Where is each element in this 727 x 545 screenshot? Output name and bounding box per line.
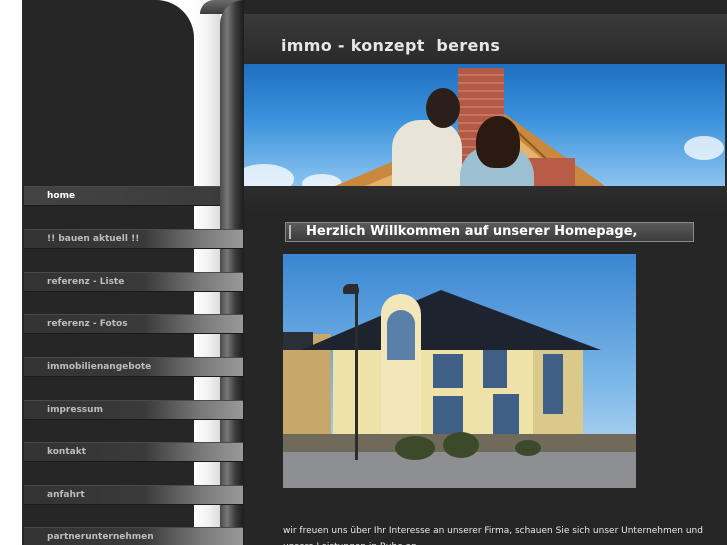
tower-window: [387, 310, 415, 360]
nav-item-referenz-fotos[interactable]: referenz - Fotos: [24, 314, 243, 334]
house-photo: [283, 254, 636, 488]
cloud-shape: [244, 164, 294, 186]
street-lamp-head: [343, 284, 359, 294]
nav-item-home[interactable]: home: [24, 186, 220, 206]
nav-item-immobilienangebote[interactable]: immobilienangebote: [24, 357, 243, 377]
window: [483, 350, 507, 388]
site-title: immo - konzept berens: [281, 36, 501, 55]
nav-item-impressum[interactable]: impressum: [24, 400, 243, 420]
cloud-shape: [684, 136, 724, 160]
street-lamp: [355, 284, 358, 460]
nav-item-partnerunternehmen[interactable]: partnerunternehmen: [24, 527, 243, 545]
banner-bottom-strip: [244, 186, 727, 214]
page: immo - konzept berens home !! bauen aktu…: [0, 0, 727, 545]
window: [433, 354, 463, 388]
man-figure: [392, 120, 462, 186]
intro-text: wir freuen uns über Ihr Interesse an uns…: [283, 526, 703, 545]
woman-head: [476, 116, 520, 168]
window: [543, 354, 563, 414]
nav-item-bauen-aktuell[interactable]: !! bauen aktuell !!: [24, 229, 243, 249]
bush: [443, 432, 479, 458]
nav-item-referenz-liste[interactable]: referenz - Liste: [24, 272, 243, 292]
window: [433, 396, 463, 434]
man-head: [426, 88, 460, 128]
nav-item-anfahrt[interactable]: anfahrt: [24, 485, 243, 505]
welcome-heading: Herzlich Willkommen auf unserer Homepage…: [285, 222, 694, 242]
bush: [395, 436, 435, 460]
window: [493, 394, 519, 434]
house-roof: [301, 290, 601, 350]
bush: [515, 440, 541, 456]
nav-item-kontakt[interactable]: kontakt: [24, 442, 243, 462]
